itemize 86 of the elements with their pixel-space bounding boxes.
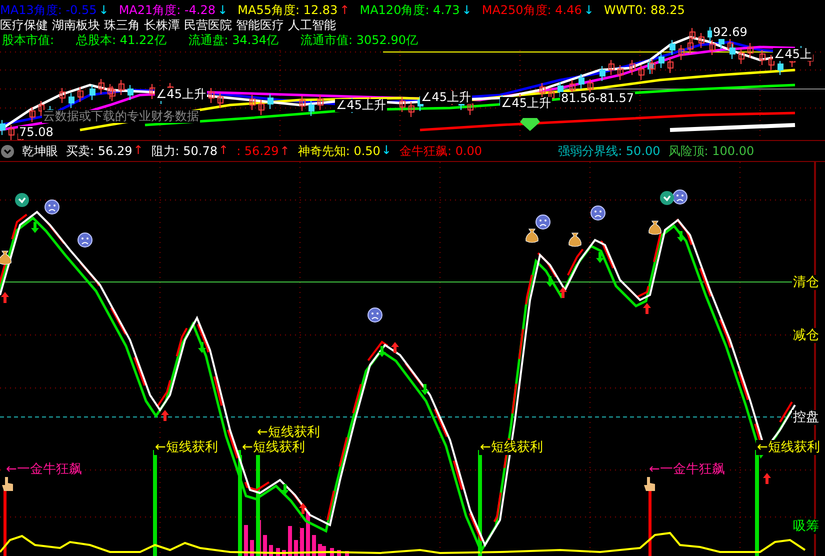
down-arrow-icon bbox=[198, 342, 206, 353]
indicator-value: 金牛狂飙: 0.00 bbox=[399, 142, 482, 160]
down-arrow-icon bbox=[596, 252, 604, 263]
sad-face-icon bbox=[368, 308, 382, 322]
price-label: 92.69 bbox=[712, 26, 748, 39]
up-arrow-icon bbox=[559, 287, 567, 298]
signal-bar bbox=[648, 490, 652, 556]
trend-arrow: ↓ bbox=[462, 3, 472, 17]
down-arrow-icon bbox=[421, 384, 429, 395]
sad-face-icon bbox=[590, 206, 606, 220]
sad-face-icon bbox=[536, 214, 550, 230]
ma-angle-value: MA250角度: 4.46 bbox=[482, 3, 582, 17]
signal-label: ←短线获利 bbox=[256, 425, 321, 440]
trend-arrow: ↓ bbox=[218, 3, 228, 17]
capital-stat: 股本市值: bbox=[2, 33, 54, 47]
check-badge-icon bbox=[660, 191, 674, 205]
check-badge-icon bbox=[15, 193, 29, 207]
sad-face-icon bbox=[672, 190, 688, 204]
ma-angle-value: MA55角度: 12.83 bbox=[238, 3, 338, 17]
sector-tag: 人工智能 bbox=[288, 18, 336, 32]
money-bag-icon bbox=[526, 228, 538, 243]
trend-arrow: ↓ bbox=[381, 142, 392, 158]
sector-tag: 民营医院 bbox=[184, 18, 232, 32]
ma-angle-value: MA120角度: 4.73 bbox=[360, 3, 460, 17]
up-arrow-icon bbox=[161, 410, 169, 421]
trend-arrow: ↓ bbox=[98, 3, 109, 17]
down-arrow-icon bbox=[677, 231, 685, 242]
price-label: 81.56-81.57 bbox=[560, 92, 636, 105]
indicator-value: : 56.29 bbox=[236, 144, 279, 158]
diamond-icon bbox=[520, 118, 540, 131]
collapse-icon[interactable] bbox=[1, 144, 14, 158]
ma-angle-value: MA13角度: -0.55 bbox=[0, 3, 97, 17]
signal-label: ←短线获利 bbox=[756, 440, 821, 455]
capital-stat: 流通市值: 3052.90亿 bbox=[300, 33, 418, 47]
down-arrow-icon bbox=[378, 346, 386, 357]
ma-angle-value: MA21角度: -4.28 bbox=[118, 3, 216, 17]
sector-tag: 医疗保健 bbox=[0, 18, 48, 32]
up-arrow-icon bbox=[299, 503, 307, 514]
trend-arrow: ↑ bbox=[280, 144, 290, 158]
level-label: 减仓 bbox=[792, 328, 820, 343]
indicator-value: 风险顶: 100.00 bbox=[668, 142, 754, 160]
trend-arrow: ↑ bbox=[218, 142, 229, 158]
up-arrow-icon bbox=[391, 342, 399, 353]
signal-bar bbox=[4, 490, 6, 556]
signal-label: ←短线获利 bbox=[154, 440, 219, 455]
signal-label: ←一金牛狂飙 bbox=[5, 462, 83, 477]
indicator-name: 乾坤眼 bbox=[22, 142, 58, 160]
angle-label: ∠45上升 bbox=[155, 88, 208, 101]
sad-face-icon bbox=[78, 232, 92, 248]
indicator-value: 神奇先知: 0.50 bbox=[298, 142, 380, 160]
money-bag-icon bbox=[648, 220, 662, 235]
level-label: 清仓 bbox=[792, 275, 820, 290]
signal-label: ←短线获利 bbox=[479, 440, 544, 455]
indicator-value: 阻力: 50.78 bbox=[151, 142, 218, 160]
up-arrow-icon bbox=[763, 473, 771, 484]
price-label: 75.08 bbox=[18, 126, 54, 139]
sector-tag: 长株潭 bbox=[144, 18, 180, 32]
down-arrow-icon bbox=[281, 484, 289, 495]
sad-face-icon bbox=[44, 200, 60, 214]
up-arrow-icon bbox=[643, 303, 651, 314]
money-bag-icon bbox=[0, 250, 12, 265]
angle-label: ∠45上升 bbox=[335, 99, 388, 112]
trend-arrow: ↓ bbox=[584, 3, 594, 17]
angle-label: ∠45上升 bbox=[420, 91, 472, 104]
capital-stat: 流通盘: 34.34亿 bbox=[188, 33, 278, 47]
level-label: 控盘 bbox=[792, 410, 820, 425]
up-arrow-icon bbox=[1, 292, 9, 303]
ma-angle-value: WWT0: 88.25 bbox=[604, 3, 685, 17]
money-bag-icon bbox=[568, 232, 582, 247]
signal-label: ←一金牛狂飙 bbox=[648, 462, 726, 477]
capital-stat: 总股本: 41.22亿 bbox=[76, 33, 166, 47]
level-label: 吸筹 bbox=[792, 519, 820, 534]
trend-arrow: ↑ bbox=[133, 142, 144, 158]
sector-tag: 珠三角 bbox=[104, 18, 140, 32]
angle-label: ∠45上 bbox=[773, 48, 814, 61]
signal-label: ←短线获利 bbox=[241, 440, 306, 455]
sector-tag: 湖南板块 bbox=[52, 18, 100, 32]
notice-text: 云数据或下载的专业财务数据 bbox=[42, 110, 200, 123]
indicator-value: 买卖: 56.29 bbox=[66, 142, 132, 160]
sector-tag: 智能医疗 bbox=[236, 18, 284, 32]
down-arrow-icon bbox=[31, 222, 39, 233]
pointing-hand-icon bbox=[644, 477, 655, 491]
trend-arrow: ↑ bbox=[340, 3, 350, 17]
pointing-hand-icon bbox=[2, 477, 13, 491]
down-arrow-icon bbox=[546, 276, 554, 287]
indicator-value: 强弱分界线: 50.00 bbox=[558, 142, 660, 160]
